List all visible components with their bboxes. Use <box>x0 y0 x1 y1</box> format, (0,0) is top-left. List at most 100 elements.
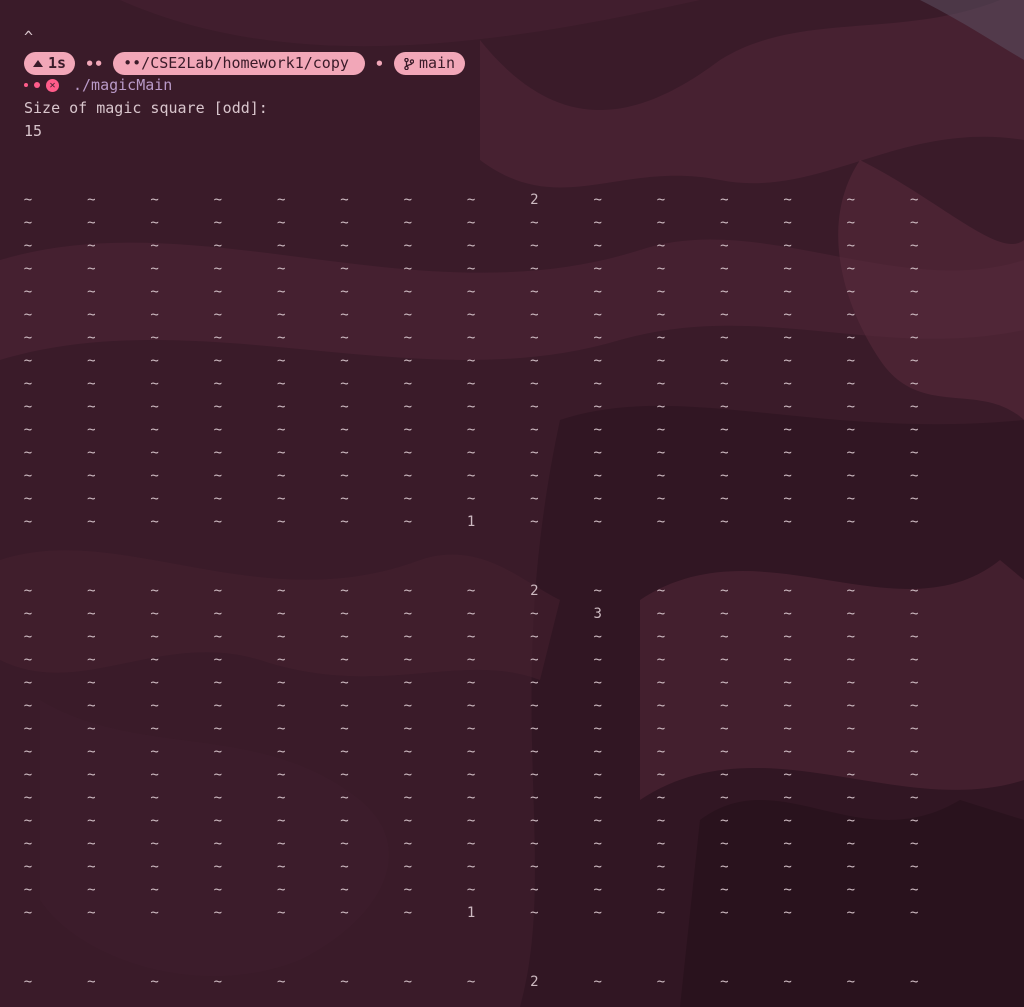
grid-empty-cell: ~ <box>87 813 96 829</box>
grid-empty-cell: ~ <box>530 859 539 875</box>
grid-empty-cell: ~ <box>87 606 96 622</box>
grid-empty-cell: ~ <box>466 468 476 484</box>
grid-empty-cell: ~ <box>466 790 476 806</box>
grid-empty-cell: ~ <box>720 238 729 254</box>
grid-empty-cell: ~ <box>276 790 286 806</box>
grid-empty-cell: ~ <box>276 353 286 369</box>
grid-empty-cell: ~ <box>656 721 666 737</box>
grid-empty-cell: ~ <box>909 813 919 829</box>
grid-empty-cell: ~ <box>783 721 792 737</box>
grid-empty-cell: ~ <box>213 376 223 392</box>
grid-empty-cell: ~ <box>783 422 792 438</box>
grid-empty-cell: ~ <box>720 215 729 231</box>
terminal-window[interactable]: ^ 1s •• ••/CSE2Lab/homework1/copy • main… <box>0 0 1024 1007</box>
grid-empty-cell: ~ <box>213 767 223 783</box>
grid-empty-cell: ~ <box>403 215 413 231</box>
grid-empty-cell: ~ <box>466 583 476 599</box>
grid-empty-cell: ~ <box>530 238 539 254</box>
grid-empty-cell: ~ <box>846 376 856 392</box>
grid-empty-cell: ~ <box>150 905 159 921</box>
grid-empty-cell: ~ <box>213 905 223 921</box>
grid-empty-cell: ~ <box>593 261 602 277</box>
grid-empty-cell: ~ <box>846 744 856 760</box>
grid-empty-cell: ~ <box>720 974 729 990</box>
grid-empty-cell: ~ <box>23 284 33 300</box>
grid-empty-cell: ~ <box>846 698 856 714</box>
grid-empty-cell: ~ <box>23 468 33 484</box>
grid-empty-cell: ~ <box>593 422 602 438</box>
grid-empty-cell: ~ <box>340 744 349 760</box>
grid-empty-cell: ~ <box>720 675 729 691</box>
grid-empty-cell: ~ <box>530 675 539 691</box>
grid-empty-cell: ~ <box>213 583 223 599</box>
grid-empty-cell: ~ <box>213 330 223 346</box>
grid-empty-cell: ~ <box>466 652 476 668</box>
grid-empty-cell: ~ <box>403 445 413 461</box>
grid-empty-cell: ~ <box>23 192 33 208</box>
grid-empty-cell: ~ <box>340 376 349 392</box>
grid-empty-cell: ~ <box>466 192 476 208</box>
grid-empty-cell: ~ <box>530 353 539 369</box>
grid-empty-cell: ~ <box>466 307 476 323</box>
grid-empty-cell: ~ <box>846 583 856 599</box>
grid-empty-cell: ~ <box>593 468 602 484</box>
grid-empty-cell: ~ <box>783 882 792 898</box>
grid-empty-cell: ~ <box>23 767 33 783</box>
grid-empty-cell: ~ <box>909 882 919 898</box>
grid-empty-cell: ~ <box>276 307 286 323</box>
grid-empty-cell: ~ <box>530 215 539 231</box>
grid-empty-cell: ~ <box>87 422 96 438</box>
grid-empty-cell: ~ <box>720 836 729 852</box>
grid-empty-cell: ~ <box>656 514 666 530</box>
grid-empty-cell: ~ <box>403 974 413 990</box>
grid-empty-cell: ~ <box>23 491 33 507</box>
grid-empty-cell: ~ <box>23 698 33 714</box>
grid-empty-cell: ~ <box>340 399 349 415</box>
grid-empty-cell: ~ <box>213 238 223 254</box>
grid-empty-cell: ~ <box>150 491 159 507</box>
grid-empty-cell: ~ <box>276 330 286 346</box>
grid-empty-cell: ~ <box>846 974 856 990</box>
grid-empty-cell: ~ <box>909 905 919 921</box>
grid-empty-cell: ~ <box>150 721 159 737</box>
grid-number: 2 <box>530 583 539 599</box>
grid-empty-cell: ~ <box>846 652 856 668</box>
grid-empty-cell: ~ <box>720 767 729 783</box>
grid-empty-cell: ~ <box>783 215 792 231</box>
grid-empty-cell: ~ <box>530 882 539 898</box>
grid-empty-cell: ~ <box>909 491 919 507</box>
grid-empty-cell: ~ <box>466 721 476 737</box>
grid-empty-cell: ~ <box>213 859 223 875</box>
grid-empty-cell: ~ <box>466 445 476 461</box>
grid-empty-cell: ~ <box>783 905 792 921</box>
grid-empty-cell: ~ <box>720 445 729 461</box>
grid-empty-cell: ~ <box>213 974 223 990</box>
grid-empty-cell: ~ <box>720 330 729 346</box>
grid-empty-cell: ~ <box>150 767 159 783</box>
grid-empty-cell: ~ <box>276 238 286 254</box>
grid-empty-cell: ~ <box>23 353 33 369</box>
grid-empty-cell: ~ <box>87 652 96 668</box>
grid-empty-cell: ~ <box>783 284 792 300</box>
grid-empty-cell: ~ <box>23 859 33 875</box>
grid-empty-cell: ~ <box>403 468 413 484</box>
grid-empty-cell: ~ <box>530 698 539 714</box>
grid-empty-cell: ~ <box>783 744 792 760</box>
grid-empty-cell: ~ <box>403 882 413 898</box>
grid-empty-cell: ~ <box>340 629 349 645</box>
grid-empty-cell: ~ <box>846 767 856 783</box>
grid-empty-cell: ~ <box>87 675 96 691</box>
grid-empty-cell: ~ <box>87 376 96 392</box>
grid-empty-cell: ~ <box>846 491 856 507</box>
grid-empty-cell: ~ <box>846 468 856 484</box>
grid-empty-cell: ~ <box>23 652 33 668</box>
grid-empty-cell: ~ <box>87 859 96 875</box>
grid-empty-cell: ~ <box>403 330 413 346</box>
grid-empty-cell: ~ <box>783 238 792 254</box>
grid-empty-cell: ~ <box>403 422 413 438</box>
grid-empty-cell: ~ <box>466 491 476 507</box>
grid-empty-cell: ~ <box>593 514 602 530</box>
grid-empty-cell: ~ <box>783 491 792 507</box>
grid-empty-cell: ~ <box>87 882 96 898</box>
grid-empty-cell: ~ <box>23 514 33 530</box>
